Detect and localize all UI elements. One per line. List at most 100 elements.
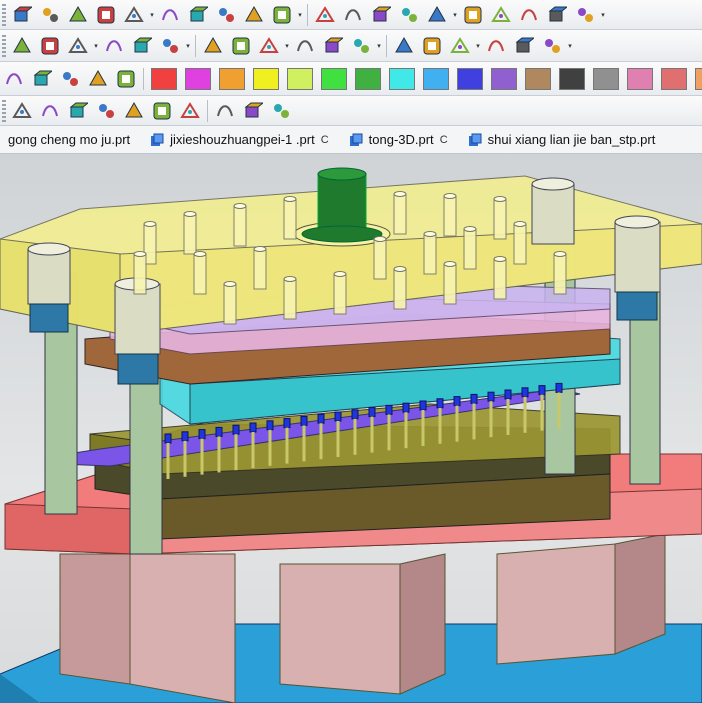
color-swatch[interactable]	[661, 67, 687, 90]
grid-icon[interactable]	[269, 99, 293, 123]
delete-body-icon[interactable]	[540, 34, 564, 58]
angle-dim-icon[interactable]	[201, 34, 225, 58]
parallel-icon[interactable]	[229, 34, 253, 58]
color-swatch[interactable]	[321, 67, 347, 90]
curve-a-icon[interactable]	[2, 67, 26, 91]
modified-indicator: C	[439, 133, 448, 146]
fillet-icon[interactable]	[321, 34, 345, 58]
draft-icon[interactable]	[341, 3, 365, 27]
toolbar-grip[interactable]	[2, 99, 6, 122]
curve-c-icon[interactable]	[58, 67, 82, 91]
hole-array-icon[interactable]	[66, 3, 90, 27]
color-swatch[interactable]	[593, 67, 619, 90]
extrude-icon[interactable]	[10, 3, 34, 27]
document-tab[interactable]: jixieshouzhuangpei-1 .prt C	[140, 126, 339, 154]
stack-icon[interactable]	[241, 99, 265, 123]
guide-pin	[183, 213, 197, 255]
slot-icon[interactable]	[489, 3, 513, 27]
table-icon[interactable]	[425, 3, 449, 27]
dropdown-arrow-icon[interactable]: ▾	[474, 34, 482, 58]
document-tab[interactable]: gong cheng mo ju.prt	[0, 126, 140, 154]
box-icon[interactable]	[517, 3, 541, 27]
dropdown-arrow-icon[interactable]: ▾	[184, 34, 192, 58]
split-line-icon[interactable]	[102, 34, 126, 58]
sketch-shape-icon[interactable]	[122, 3, 146, 27]
color-swatch[interactable]	[627, 67, 653, 90]
punch-head	[368, 407, 376, 418]
color-swatch[interactable]	[695, 67, 702, 90]
dropdown-arrow-icon[interactable]: ▾	[599, 3, 607, 27]
toolbar-grip[interactable]	[2, 3, 6, 26]
thicken-icon[interactable]	[270, 3, 294, 27]
trim-icon[interactable]	[10, 34, 34, 58]
mold-assembly-model[interactable]	[0, 154, 702, 703]
pin-head	[493, 196, 507, 202]
dropdown-arrow-icon[interactable]: ▾	[296, 3, 304, 27]
color-swatch[interactable]	[185, 67, 211, 90]
tab-label: shui xiang lian jie ban_stp.prt	[487, 132, 656, 147]
perpendicular-icon[interactable]	[257, 34, 281, 58]
color-swatch[interactable]	[253, 67, 279, 90]
color-swatch[interactable]	[287, 67, 313, 90]
wedge-icon[interactable]	[369, 3, 393, 27]
punch-head	[198, 429, 206, 440]
shell-icon[interactable]	[313, 3, 337, 27]
dropdown-arrow-icon[interactable]: ▾	[283, 34, 291, 58]
wall-icon[interactable]	[545, 3, 569, 27]
arc-icon[interactable]	[114, 67, 138, 91]
trim-select-icon[interactable]	[66, 99, 90, 123]
line-tool-icon[interactable]	[178, 99, 202, 123]
crosshair-icon[interactable]	[150, 99, 174, 123]
measure-icon[interactable]	[349, 34, 373, 58]
dropdown-arrow-icon[interactable]: ▾	[451, 3, 459, 27]
boolean-icon[interactable]	[94, 3, 118, 27]
color-swatch[interactable]	[457, 67, 483, 90]
dropdown-arrow-icon[interactable]: ▾	[92, 34, 100, 58]
pin-head	[283, 276, 297, 282]
move-icon[interactable]	[66, 34, 90, 58]
dropdown-arrow-icon[interactable]: ▾	[566, 34, 574, 58]
center-point-icon[interactable]	[94, 99, 118, 123]
mass-icon[interactable]	[448, 34, 472, 58]
chamfer-icon[interactable]	[293, 34, 317, 58]
color-swatch[interactable]	[559, 67, 585, 90]
punch-head	[453, 396, 461, 407]
face-offset-icon[interactable]	[214, 3, 238, 27]
circle-point-icon[interactable]	[122, 99, 146, 123]
color-swatch[interactable]	[525, 67, 551, 90]
sweep-surface-icon[interactable]	[186, 3, 210, 27]
sphere-icon[interactable]	[397, 3, 421, 27]
spline-select-icon[interactable]	[38, 99, 62, 123]
block-icon[interactable]	[158, 3, 182, 27]
toolbar-grip[interactable]	[2, 34, 6, 57]
color-swatch[interactable]	[423, 67, 449, 90]
color-swatch[interactable]	[389, 67, 415, 90]
mold-plate-icon[interactable]	[461, 3, 485, 27]
punch-head	[249, 422, 257, 433]
color-swatch[interactable]	[219, 67, 245, 90]
color-swatch[interactable]	[355, 67, 381, 90]
punch-head	[419, 400, 427, 411]
3d-viewport[interactable]	[0, 154, 702, 703]
intersect-icon[interactable]	[130, 34, 154, 58]
surface-curve-icon[interactable]	[86, 67, 110, 91]
color-swatch[interactable]	[151, 67, 177, 90]
rib-icon[interactable]	[573, 3, 597, 27]
curve-b-icon[interactable]	[30, 67, 54, 91]
pin-head	[443, 261, 457, 267]
layer-icon[interactable]	[213, 99, 237, 123]
section-icon[interactable]	[392, 34, 416, 58]
color-wheel-icon[interactable]	[512, 34, 536, 58]
pattern-array-icon[interactable]	[38, 3, 62, 27]
line-select-icon[interactable]	[10, 99, 34, 123]
document-tab[interactable]: shui xiang lian jie ban_stp.prt	[458, 126, 666, 154]
dropdown-arrow-icon[interactable]: ▾	[148, 3, 156, 27]
mirror-icon[interactable]	[38, 34, 62, 58]
assembly-icon[interactable]	[484, 34, 508, 58]
sew-icon[interactable]	[242, 3, 266, 27]
document-tab[interactable]: tong-3D.prt C	[339, 126, 458, 154]
dropdown-arrow-icon[interactable]: ▾	[375, 34, 383, 58]
color-swatch[interactable]	[491, 67, 517, 90]
spline-icon[interactable]	[158, 34, 182, 58]
hatch-icon[interactable]	[420, 34, 444, 58]
